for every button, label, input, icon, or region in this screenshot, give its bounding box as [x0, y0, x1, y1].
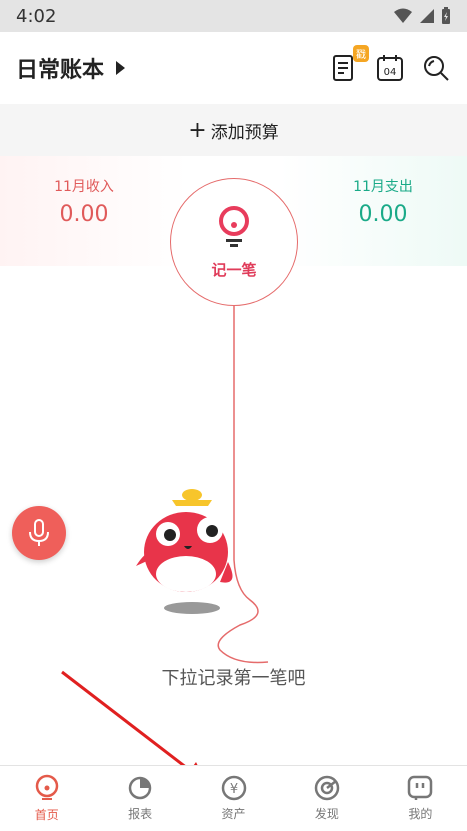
- empty-hint: 下拉记录第一笔吧: [161, 668, 306, 689]
- nav-label-report: 报表: [128, 807, 153, 821]
- microphone-icon: [29, 519, 49, 546]
- nav-label-assets: 资产: [221, 807, 246, 821]
- nav-item-assets[interactable]: ¥ 资产: [187, 766, 280, 831]
- nav-item-report[interactable]: 报表: [93, 766, 186, 831]
- bottom-nav: 首页 报表 ¥ 资产 发现 我的: [0, 765, 467, 831]
- nav-item-discover[interactable]: 发现: [280, 766, 373, 831]
- nav-label-home: 首页: [34, 808, 59, 822]
- voice-record-button[interactable]: [12, 506, 66, 560]
- profile-icon: [408, 775, 433, 800]
- record-entry-button[interactable]: 记一笔: [170, 178, 298, 306]
- pen-icon: [219, 205, 249, 247]
- mascot-illustration: [136, 489, 233, 614]
- home-icon: [35, 774, 58, 800]
- report-icon: [128, 776, 152, 800]
- nav-label-discover: 发现: [314, 807, 339, 821]
- svg-text:¥: ¥: [229, 782, 237, 797]
- balloon-string: [61, 306, 269, 782]
- nav-item-profile[interactable]: 我的: [374, 766, 467, 831]
- assets-icon: ¥: [221, 775, 246, 801]
- nav-item-home[interactable]: 首页: [0, 766, 93, 831]
- nav-label-profile: 我的: [408, 807, 433, 821]
- discover-icon: [314, 775, 340, 801]
- record-label: 记一笔: [211, 260, 257, 279]
